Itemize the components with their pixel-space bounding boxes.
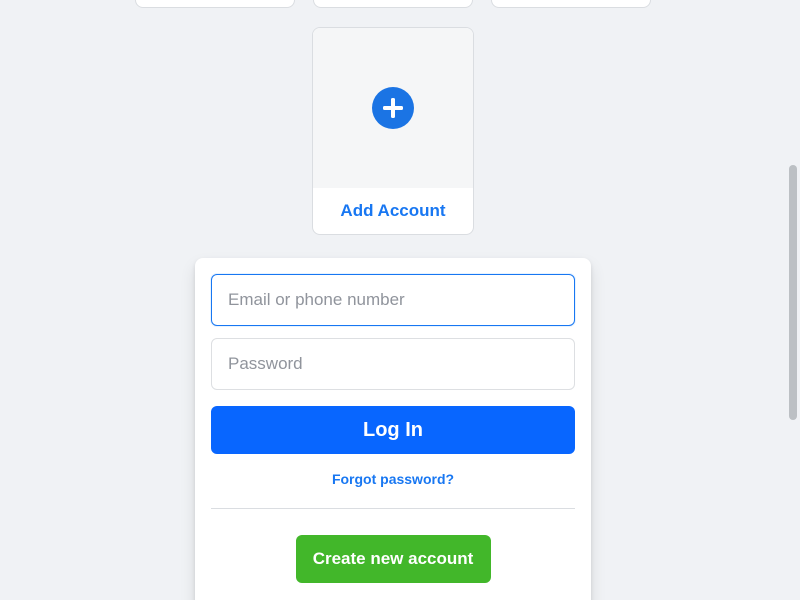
email-field[interactable] — [211, 274, 575, 326]
page: Add Account Log In Forgot password? Crea… — [0, 0, 800, 600]
create-account-button[interactable]: Create new account — [295, 535, 491, 583]
add-account-label: Add Account — [340, 201, 446, 220]
password-field[interactable] — [211, 338, 575, 390]
add-account-thumbnail — [313, 28, 473, 188]
scrollbar-thumb[interactable] — [789, 165, 797, 420]
add-account-card[interactable]: Add Account — [312, 27, 474, 235]
saved-account-card[interactable] — [491, 0, 651, 8]
plus-circle-icon — [372, 87, 414, 129]
saved-account-card[interactable] — [313, 0, 473, 8]
saved-account-card[interactable] — [135, 0, 295, 8]
login-form: Log In Forgot password? Create new accou… — [195, 258, 591, 600]
divider — [211, 508, 575, 509]
login-button[interactable]: Log In — [211, 406, 575, 454]
forgot-password-link[interactable]: Forgot password? — [211, 471, 575, 487]
scrollbar[interactable] — [785, 0, 800, 600]
